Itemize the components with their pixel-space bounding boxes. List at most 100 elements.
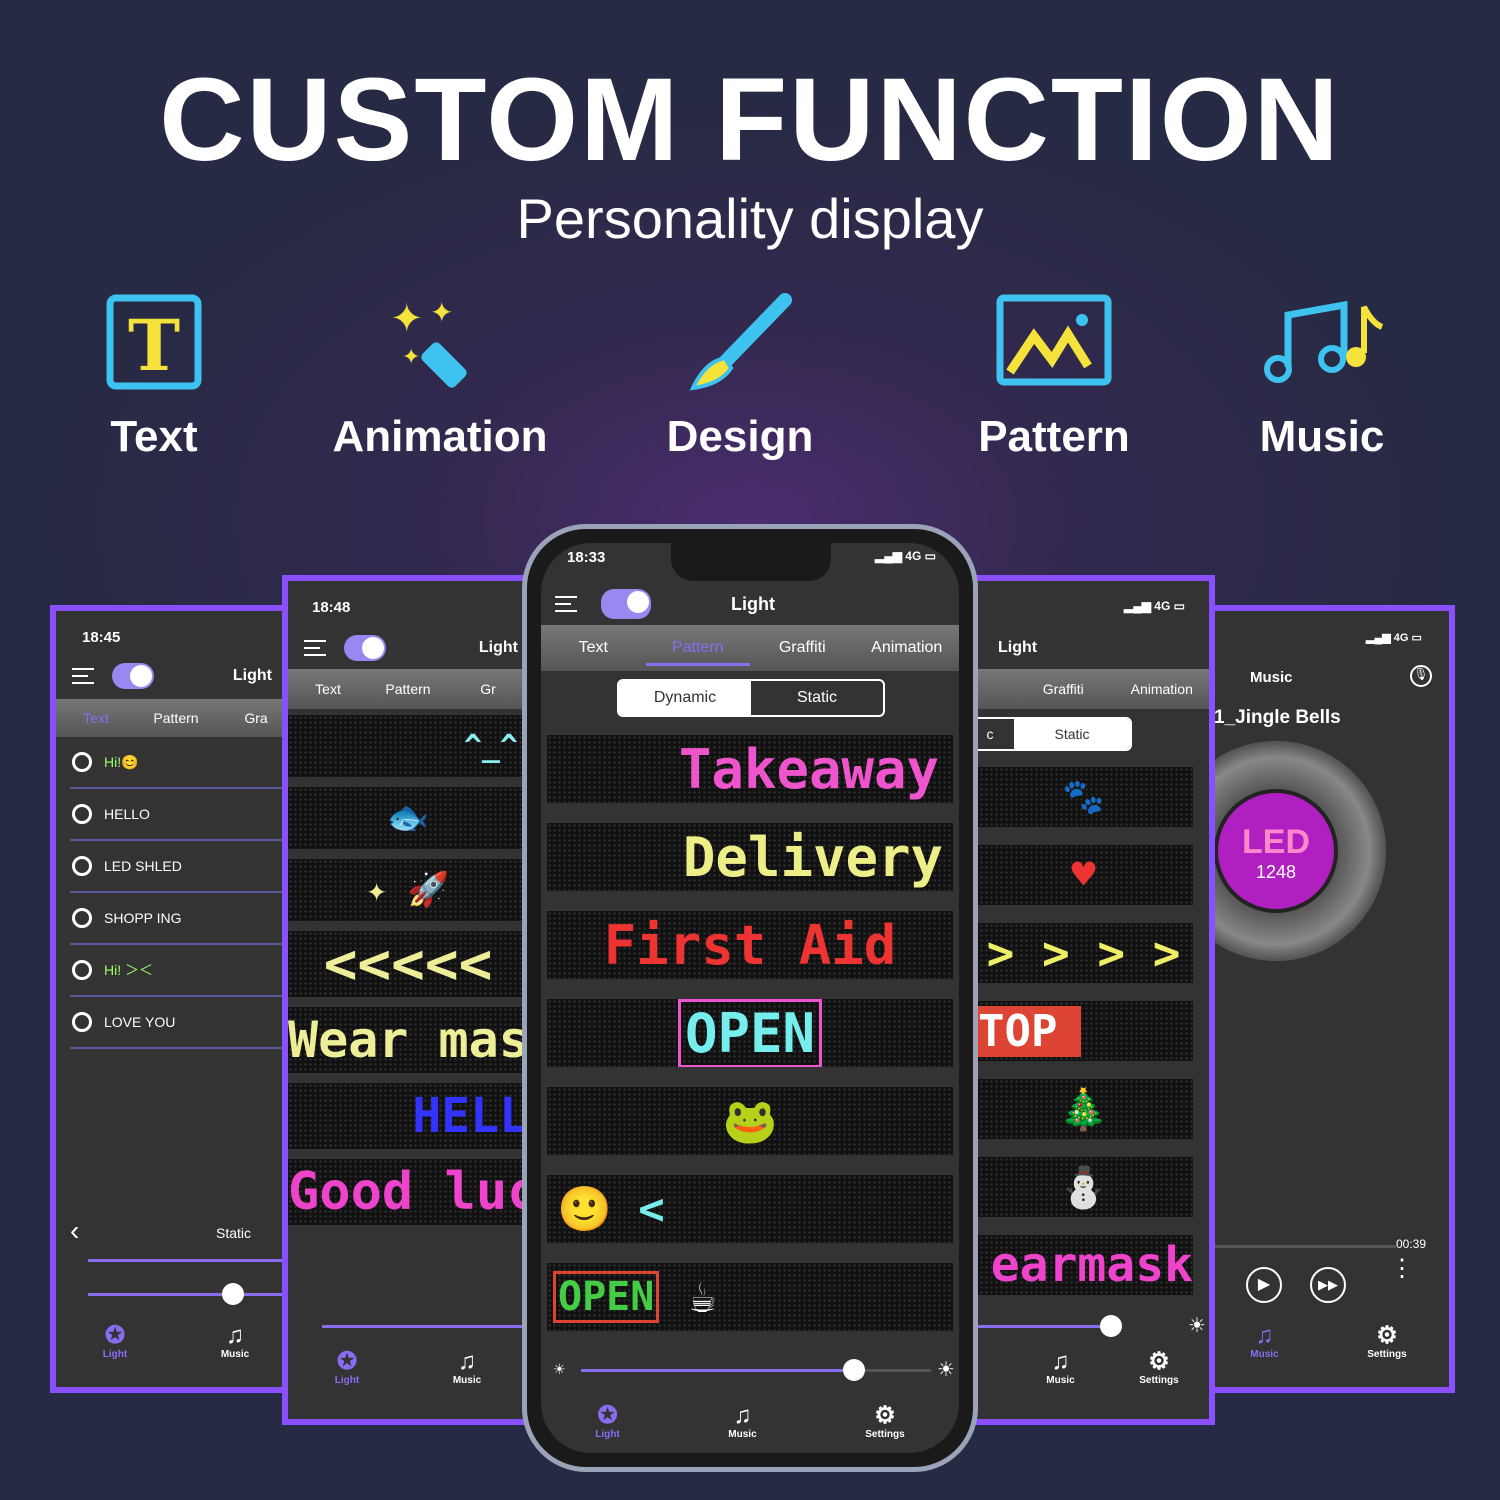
led-panel[interactable]: 🐾 [974, 767, 1193, 827]
vinyl-disc: LED 1248 [1206, 741, 1386, 961]
list-item[interactable]: SHOPP ING [70, 893, 294, 945]
music-icon: ♫ [458, 1348, 477, 1375]
nav-music[interactable]: ♫ Music [1250, 1322, 1278, 1361]
feature-label: Text [110, 412, 198, 461]
feature-label: Design [666, 412, 814, 461]
tab-pattern[interactable]: Pattern [368, 681, 448, 697]
microphone-icon[interactable]: 🎙 [1410, 665, 1432, 687]
radio-button[interactable] [72, 752, 92, 772]
led-panel[interactable]: First Aid [547, 911, 953, 979]
led-panel[interactable]: 🐟 [288, 787, 526, 849]
slider-knob[interactable] [843, 1359, 865, 1381]
star-icon: ✪ [336, 1348, 358, 1375]
light-toggle[interactable] [601, 589, 651, 619]
led-panel[interactable]: ♥ [974, 845, 1193, 905]
light-toggle[interactable] [344, 635, 386, 661]
music-icon: ♫ [1255, 1322, 1274, 1349]
segment-dynamic[interactable]: Dynamic [619, 681, 751, 715]
light-toggle[interactable] [112, 663, 154, 689]
tab-text[interactable]: Text [56, 710, 136, 726]
list-item[interactable]: LOVE YOU [70, 997, 294, 1049]
led-panel[interactable]: ^_^ [288, 715, 526, 777]
brightness-slider[interactable] [88, 1283, 288, 1305]
tab-pattern[interactable]: Pattern [136, 710, 216, 726]
led-panel[interactable]: OPEN [553, 1271, 660, 1323]
svg-text:T: T [128, 304, 180, 387]
led-panel[interactable]: 🎄 [974, 1079, 1193, 1139]
led-panel[interactable]: <<<<< [288, 931, 526, 997]
menu-icon[interactable] [304, 640, 326, 656]
disc-logo: LED [1242, 823, 1310, 861]
star-icon: ✪ [597, 1402, 618, 1429]
screen-title: Light [478, 639, 518, 656]
list-item[interactable]: Hi! ＞＜ [70, 945, 294, 997]
radio-button[interactable] [72, 804, 92, 824]
item-label: LED SHLED [104, 858, 182, 874]
segment-static[interactable]: Static [751, 681, 883, 715]
radio-button[interactable] [72, 1012, 92, 1032]
nav-settings[interactable]: ⚙ Settings [1367, 1323, 1407, 1361]
slider-knob[interactable] [222, 1283, 244, 1305]
led-panel[interactable]: ⛄ [974, 1157, 1193, 1217]
tab-text[interactable]: Text [541, 639, 646, 657]
mode-segmented[interactable]: c Static [974, 717, 1132, 751]
tab-text[interactable]: Text [288, 681, 368, 697]
led-panel[interactable]: OPEN [677, 999, 823, 1067]
list-item[interactable]: Hi!😊 [70, 737, 294, 789]
speed-slider[interactable] [88, 1259, 288, 1262]
led-panel[interactable]: TOP [974, 1005, 1082, 1057]
menu-icon[interactable] [72, 668, 94, 684]
nav-music[interactable]: ♫ Music [1046, 1349, 1074, 1387]
list-item[interactable]: LED SHLED [70, 841, 294, 893]
progress-bar[interactable] [1206, 1245, 1396, 1248]
led-panel[interactable]: HELL [288, 1083, 526, 1149]
mode-segmented[interactable]: Dynamic Static [617, 679, 885, 717]
magic-wand-icon: ✦ ✦ ✦ [310, 282, 570, 402]
nav-music[interactable]: ♫ Music [728, 1403, 756, 1441]
led-panel[interactable]: Takeaway [547, 735, 953, 803]
nav-settings[interactable]: ⚙ Settings [865, 1403, 904, 1441]
nav-label: Settings [1367, 1349, 1407, 1360]
fast-forward-button[interactable]: ▶▶ [1310, 1267, 1346, 1303]
nav-label: Light [102, 1349, 128, 1360]
tab-animation[interactable]: Animation [1113, 681, 1210, 697]
phone-text-list: 18:45 Light Text Pattern Gra Hi!😊 HELLO … [50, 605, 300, 1393]
brightness-slider[interactable] [974, 1315, 1122, 1337]
tab-pattern[interactable]: Pattern [645, 630, 750, 666]
led-panel[interactable]: Wear mas [288, 1007, 526, 1073]
tab-graffiti[interactable]: Gr [448, 681, 526, 697]
nav-light[interactable]: ✪ Light [102, 1323, 128, 1361]
led-panel[interactable]: 🐸 [547, 1087, 953, 1155]
list-item[interactable]: HELLO [70, 789, 294, 841]
disc-label: LED 1248 [1214, 789, 1338, 913]
nav-settings[interactable]: ⚙ Settings [1139, 1349, 1178, 1387]
more-icon[interactable]: ⋮ [1390, 1257, 1414, 1281]
led-panel[interactable]: 🙂 < [547, 1175, 953, 1243]
phone-pattern-right: ▂▄▆ 4G ▭ Light Graffiti Animation c Stat… [968, 575, 1215, 1425]
nav-music[interactable]: ♫ Music [452, 1348, 482, 1387]
radio-button[interactable] [72, 856, 92, 876]
led-panel[interactable]: Delivery [547, 823, 953, 891]
nav-light[interactable]: ✪ Light [595, 1402, 619, 1441]
nav-music[interactable]: ♫ Music [221, 1323, 249, 1361]
tab-graffiti[interactable]: Graffiti [1014, 681, 1113, 697]
status-time: 18:45 [82, 629, 121, 646]
brightness-slider[interactable] [581, 1359, 931, 1381]
segment-static[interactable]: Static [1014, 719, 1130, 749]
nav-light[interactable]: ✪ Light [335, 1348, 359, 1387]
led-panel[interactable]: Good luc [288, 1159, 526, 1225]
tab-animation[interactable]: Animation [855, 639, 960, 657]
led-panel[interactable]: > > > > [974, 923, 1193, 983]
radio-button[interactable] [72, 908, 92, 928]
led-panel[interactable]: earmask [974, 1235, 1193, 1295]
tab-graffiti[interactable]: Graffiti [750, 639, 855, 657]
notch [671, 543, 831, 581]
slider-knob[interactable] [1100, 1315, 1122, 1337]
radio-button[interactable] [72, 960, 92, 980]
back-chevron-icon[interactable]: ‹ [70, 1215, 79, 1247]
led-panel[interactable]: ✦ 🚀 [288, 859, 526, 921]
brightness-slider[interactable] [322, 1325, 526, 1328]
play-button[interactable]: ▶ [1246, 1267, 1282, 1303]
nav-label: Music [452, 1375, 482, 1386]
menu-icon[interactable] [555, 596, 577, 612]
